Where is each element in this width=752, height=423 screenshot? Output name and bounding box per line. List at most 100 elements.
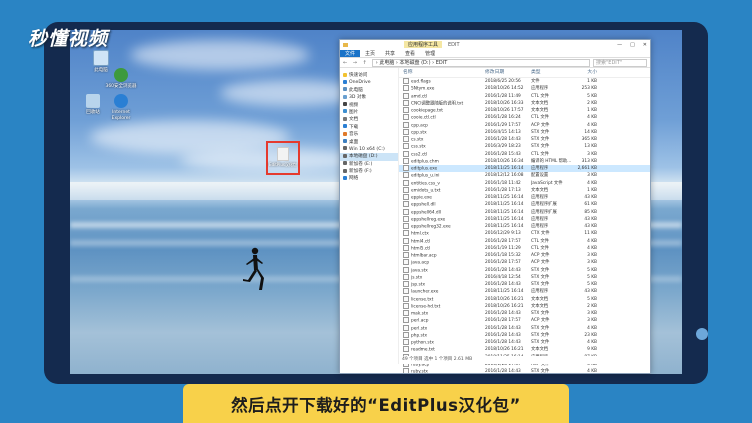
file-name-cell: license-hd.txt <box>399 302 485 310</box>
file-name-cell: java.acp <box>399 259 485 266</box>
file-icon <box>403 136 409 142</box>
desktop-icon-browser[interactable]: 360安全浏览器 <box>104 68 138 90</box>
file-row[interactable]: CNCI调整跟随版的说明.txt 2018/10/26 16:33 文本文档 2 KB <box>399 99 650 107</box>
title-bar: 应用程序工具 EDIT — □ ✕ <box>340 40 650 49</box>
file-name-cell: license.txt <box>399 295 485 303</box>
tab-view[interactable]: 查看 <box>400 50 420 57</box>
file-row[interactable]: ruby.stx 2016/1/28 14:43 STX 文件 4 KB <box>399 368 650 373</box>
file-row[interactable]: perl.stx 2016/1/28 14:43 STX 文件 4 KB <box>399 324 650 332</box>
file-row[interactable]: eppshell64.dll 2018/11/25 16:14 应用程序扩展 85 K… <box>399 208 650 216</box>
maximize-icon[interactable]: □ <box>630 42 635 48</box>
file-row[interactable]: css.stx 2016/3/29 18:23 STX 文件 13 KB <box>399 143 650 150</box>
file-row[interactable]: amd.ctl 2016/1/28 11:49 CTL 文件 5 KB <box>399 92 650 100</box>
file-row[interactable]: eppie.exe 2018/11/25 16:14 应用程序 43 KB <box>399 194 650 201</box>
file-row[interactable]: css2.ctl 2016/1/28 15:43 CTL 文件 3 KB <box>399 150 650 158</box>
file-row[interactable]: java.stx 2016/1/28 14:43 STX 文件 5 KB <box>399 266 650 274</box>
col-date[interactable]: 修改日期 <box>485 68 531 77</box>
file-name-cell: css2.ctl <box>399 150 485 158</box>
nav-item[interactable]: 新加卷 (E:) <box>340 161 398 168</box>
file-row[interactable]: cookiepage.txt 2018/10/26 17:57 文本文档 1 KB <box>399 107 650 114</box>
file-row[interactable]: python.stx 2016/1/28 14:43 STX 文件 4 KB <box>399 339 650 346</box>
file-row[interactable]: cpp.stx 2016/4/15 14:13 STX 文件 14 KB <box>399 128 650 136</box>
nav-item[interactable]: 图片 <box>340 109 398 116</box>
file-row[interactable]: eppshellreg.exe 2018/11/25 16:14 应用程序 43 KB <box>399 215 650 223</box>
file-name: js.stx <box>411 275 423 281</box>
file-icon <box>403 99 409 106</box>
file-row[interactable]: eud.flags 2018/6/25 20:56 文件 1 KB <box>399 78 650 85</box>
file-row[interactable]: html4.ctl 2016/1/28 17:57 CTL 文件 4 KB <box>399 237 650 245</box>
file-row[interactable]: eppshell.dll 2018/11/25 16:14 应用程序扩展 61 KB <box>399 201 650 208</box>
file-row[interactable]: java.acp 2016/1/28 17:57 ACP 文件 3 KB <box>399 259 650 266</box>
file-date-cell: 2016/1/18 11:42 <box>485 180 521 186</box>
file-row[interactable]: editplus.exe 2018/11/25 16:14 应用程序 2,661 KB <box>399 165 650 173</box>
file-type-cell: 配置设置 <box>531 173 549 179</box>
file-icon <box>403 92 409 99</box>
nav-item[interactable]: 视频 <box>340 102 398 109</box>
file-type-cell: ACP 文件 <box>531 122 550 128</box>
nav-item[interactable]: 3D 对象 <box>340 94 398 101</box>
file-row[interactable]: entities.css_v 2016/1/18 11:42 JavaScript … <box>399 179 650 187</box>
file-row[interactable]: launcher.exe 2018/11/25 16:14 应用程序 43 KB <box>399 288 650 295</box>
file-icon <box>403 295 409 302</box>
file-row[interactable]: html5.ctl 2016/1/19 11:29 CTL 文件 4 KB <box>399 244 650 252</box>
tab-manage[interactable]: 管理 <box>420 50 440 57</box>
nav-item[interactable]: Win 10 x64 (C:) <box>340 146 398 153</box>
file-name: mak.stx <box>411 311 429 317</box>
search-input[interactable]: 搜索"EDIT" <box>593 58 647 67</box>
nav-item[interactable]: OneDrive <box>340 79 398 86</box>
file-name: html5.ctl <box>411 246 431 252</box>
file-row[interactable]: htmlbar.acp 2016/1/18 15:32 ACP 文件 3 KB <box>399 252 650 259</box>
selected-editplus-package[interactable]: EditPlus汉化包 <box>266 141 300 175</box>
file-row[interactable]: cs.stx 2016/1/28 14:43 STX 文件 365 KB <box>399 136 650 143</box>
minimize-icon[interactable]: — <box>617 42 622 48</box>
file-row[interactable]: editplus.chm 2018/10/26 16:34 编译的 HTML 帮助.… <box>399 157 650 165</box>
nav-item[interactable]: 下载 <box>340 124 398 131</box>
nav-item[interactable]: 本地磁盘 (D:) <box>340 153 398 161</box>
address-path[interactable]: › 此电脑 › 本地磁盘 (D:) › EDIT <box>371 58 590 67</box>
file-row[interactable]: cooie.ctl.ctl 2016/1/28 16:24 CTL 文件 4 KB <box>399 114 650 121</box>
file-row[interactable]: license-hd.txt 2018/10/26 16:21 文本文档 2 KB <box>399 302 650 310</box>
file-icon <box>403 201 409 208</box>
file-name: cpp.acp <box>411 123 428 128</box>
file-row[interactable]: readme.txt 2018/10/26 16:21 文本文档 9 KB <box>399 346 650 353</box>
file-name-cell: launcher.exe <box>399 288 485 295</box>
nav-item[interactable]: 音乐 <box>340 131 398 138</box>
file-explorer-window[interactable]: 应用程序工具 EDIT — □ ✕ 文件 主页 共享 查看 管理 ← → ↑ ›… <box>339 39 651 374</box>
file-icon <box>403 288 409 295</box>
file-row[interactable]: mak.stx 2016/1/28 14:43 STX 文件 3 KB <box>399 310 650 317</box>
nav-item[interactable]: 桌面 <box>340 139 398 146</box>
col-type[interactable]: 类型 <box>531 68 571 77</box>
file-row[interactable]: cpp.acp 2016/1/29 17:57 ACP 文件 4 KB <box>399 121 650 129</box>
context-tab[interactable]: 应用程序工具 <box>404 41 443 48</box>
file-row[interactable]: 5Ntym.exe 2018/10/26 14:52 应用程序 253 KB <box>399 85 650 92</box>
file-row[interactable]: php.stx 2016/1/28 14:43 STX 文件 23 KB <box>399 331 650 339</box>
file-name: launcher.exe <box>411 289 439 295</box>
file-row[interactable]: jsp.stx 2016/1/28 14:43 STX 文件 5 KB <box>399 281 650 288</box>
file-name-cell: editplus.chm <box>399 157 485 165</box>
nav-item[interactable]: 新加卷 (F:) <box>340 168 398 175</box>
file-type-cell: CTL 文件 <box>531 115 549 121</box>
file-name: license.txt <box>411 297 434 302</box>
nav-item[interactable]: 快速访问 <box>340 72 398 79</box>
file-date-cell: 2016/1/28 14:43 <box>485 137 521 142</box>
tab-home[interactable]: 主页 <box>360 50 380 57</box>
file-row[interactable]: eppshellreg32.exe 2018/11/25 16:14 应用程序 43 … <box>399 223 650 230</box>
file-row[interactable]: html.ctx 2016/12/29 9:13 CTX 文件 11 KB <box>399 230 650 237</box>
file-row[interactable]: emidots_u.txt 2016/1/28 17:13 文本文档 1 KB <box>399 186 650 194</box>
file-type-cell: STX 文件 <box>531 282 550 287</box>
close-icon[interactable]: ✕ <box>643 42 647 48</box>
file-row[interactable]: editplus_u.ini 2018/12/12 16:08 配置设置 3 KB <box>399 172 650 179</box>
desktop-icon-ie[interactable]: Internet Explorer <box>104 94 138 122</box>
file-size-cell: 313 KB <box>581 158 597 164</box>
tab-file[interactable]: 文件 <box>340 49 361 57</box>
col-name[interactable]: 名称 <box>399 68 485 77</box>
nav-item[interactable]: 此电脑 <box>340 87 398 94</box>
file-row[interactable]: perl.acp 2016/1/28 17:57 ACP 文件 3 KB <box>399 317 650 324</box>
file-row[interactable]: js.stx 2016/4/18 12:54 STX 文件 5 KB <box>399 273 650 281</box>
nav-arrows-icon[interactable]: ← → ↑ <box>343 60 369 66</box>
file-row[interactable]: license.txt 2018/10/26 16:21 文本文档 5 KB <box>399 295 650 303</box>
col-size[interactable]: 大小 <box>571 68 601 77</box>
nav-item[interactable]: 文档 <box>340 116 398 123</box>
nav-item[interactable]: 网络 <box>340 175 398 182</box>
tab-share[interactable]: 共享 <box>380 50 400 57</box>
